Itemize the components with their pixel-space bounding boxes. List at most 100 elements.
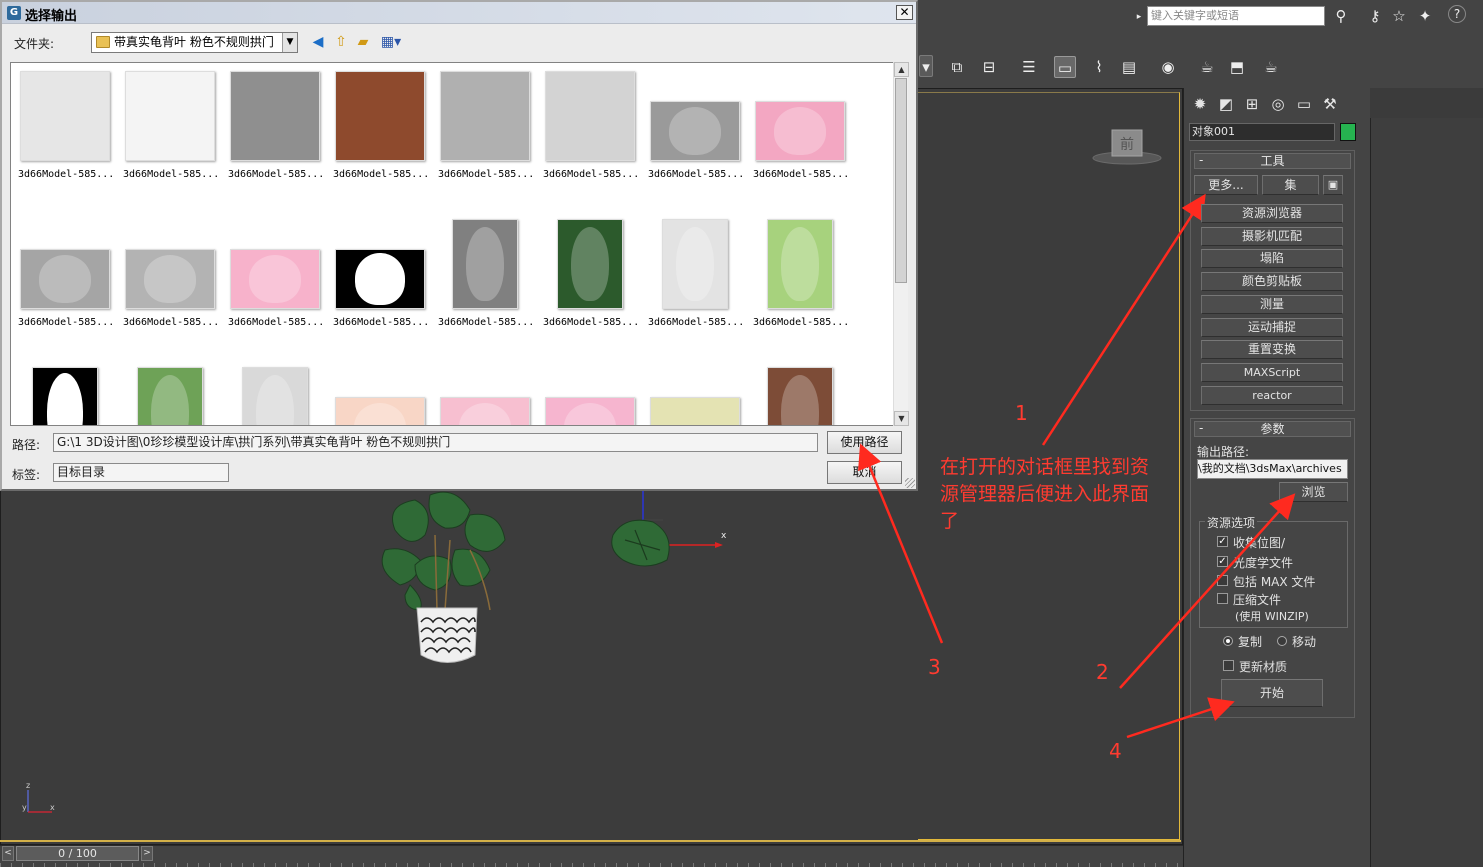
texture-thumbnail[interactable] <box>335 71 425 161</box>
configure-sets-icon[interactable]: ▣ <box>1323 175 1343 195</box>
texture-thumbnail[interactable] <box>767 219 833 309</box>
texture-thumbnail[interactable] <box>20 71 110 161</box>
parameters-rollout-header[interactable]: - 参数 <box>1194 421 1351 437</box>
resize-grip[interactable] <box>905 478 915 488</box>
motion-tab-icon[interactable]: ◎ <box>1265 92 1291 116</box>
star-icon[interactable]: ☆ <box>1388 5 1410 27</box>
layer-manager-icon[interactable]: ☰ <box>1018 56 1040 78</box>
texture-thumbnail[interactable] <box>230 71 320 161</box>
cancel-button[interactable]: 取消 <box>827 461 902 484</box>
curve-editor-icon[interactable]: ⌇ <box>1088 56 1110 78</box>
object-color-swatch[interactable] <box>1340 123 1356 141</box>
path-field[interactable]: G:\1 3D设计图\0珍珍模型设计库\拱门系列\带真实龟背叶 粉色不规则拱门 <box>53 433 818 452</box>
texture-thumbnail[interactable] <box>767 367 833 425</box>
browse-button[interactable]: 浏览 <box>1279 482 1348 502</box>
align-icon[interactable]: ⊟ <box>978 56 1000 78</box>
tool-button[interactable]: 塌陷 <box>1201 249 1343 269</box>
key-icon[interactable]: ⚷ <box>1364 5 1386 27</box>
keyword-search-input[interactable]: 键入关键字或短语 <box>1147 6 1325 26</box>
create-tab-icon[interactable]: ✹ <box>1187 92 1213 116</box>
texture-thumbnail[interactable] <box>20 249 110 309</box>
render-teapot-icon[interactable]: ☕ <box>1260 56 1282 78</box>
help-icon[interactable]: ? <box>1448 5 1466 23</box>
tool-button[interactable]: 摄影机匹配 <box>1201 226 1343 246</box>
vertical-scrollbar[interactable]: ▲ ▼ <box>893 62 909 426</box>
texture-thumbnail[interactable] <box>440 71 530 161</box>
compress-checkbox[interactable] <box>1217 593 1228 604</box>
tools-rollout-header[interactable]: - 工具 <box>1194 153 1351 169</box>
texture-thumbnail[interactable] <box>335 249 425 309</box>
texture-thumbnail[interactable] <box>755 101 845 161</box>
potted-plant-model[interactable] <box>375 490 515 675</box>
modify-tab-icon[interactable]: ◩ <box>1213 92 1239 116</box>
tool-button[interactable]: 资源浏览器 <box>1201 204 1343 223</box>
tool-button[interactable]: reactor <box>1201 385 1343 405</box>
close-icon[interactable]: ✕ <box>896 5 913 20</box>
tool-button[interactable]: MAXScript <box>1201 362 1343 382</box>
tag-field[interactable]: 目标目录 <box>53 463 229 482</box>
copy-radio[interactable] <box>1223 636 1233 646</box>
leaf-model-with-gizmo[interactable]: x <box>605 490 735 575</box>
move-radio[interactable] <box>1277 636 1287 646</box>
output-path-field[interactable]: \我的文档\3dsMax\archives <box>1197 459 1348 479</box>
collect-bitmaps-checkbox[interactable]: ✓ <box>1217 536 1228 547</box>
texture-thumbnail[interactable] <box>32 367 98 425</box>
time-slider[interactable]: 0 / 100 <box>16 846 139 861</box>
folder-dropdown[interactable]: 带真实龟背叶 粉色不规则拱门 <box>91 32 298 53</box>
texture-thumbnail[interactable] <box>557 219 623 309</box>
new-folder-icon[interactable]: ▰ <box>354 33 372 51</box>
use-path-button[interactable]: 使用路径 <box>827 431 902 454</box>
texture-thumbnail[interactable] <box>650 101 740 161</box>
time-next-button[interactable]: > <box>141 846 153 861</box>
up-folder-icon[interactable]: ⇧ <box>332 33 350 51</box>
texture-thumbnail[interactable] <box>125 71 215 161</box>
texture-thumbnail[interactable] <box>230 249 320 309</box>
scroll-down-icon[interactable]: ▼ <box>894 411 909 426</box>
chevron-down-icon[interactable]: ▼ <box>282 33 297 52</box>
texture-thumbnail[interactable] <box>545 397 635 425</box>
tool-button[interactable]: 测量 <box>1201 294 1343 314</box>
view-menu-icon[interactable]: ▦▾ <box>379 33 403 51</box>
back-arrow-icon[interactable]: ◀ <box>309 33 327 51</box>
star-settings-icon[interactable]: ✦ <box>1414 5 1436 27</box>
texture-thumbnail[interactable] <box>335 397 425 425</box>
binoculars-icon[interactable]: ⚲ <box>1330 5 1352 27</box>
view-cube[interactable]: 前 <box>1092 128 1162 168</box>
texture-thumbnail[interactable] <box>545 71 635 161</box>
utilities-tab-icon[interactable]: ⚒ <box>1317 92 1343 116</box>
texture-thumbnail[interactable] <box>650 397 740 425</box>
texture-thumbnail[interactable] <box>125 249 215 309</box>
thumbnail-caption: 3d66Model-585... <box>123 317 220 328</box>
texture-thumbnail[interactable] <box>440 397 530 425</box>
more-button[interactable]: 更多... <box>1194 175 1258 195</box>
graphite-tools-icon[interactable]: ▭ <box>1054 56 1076 78</box>
rendered-frame-icon[interactable]: ⬒ <box>1226 56 1248 78</box>
tool-button[interactable]: 重置变换 <box>1201 340 1343 360</box>
update-material-checkbox[interactable] <box>1223 660 1234 671</box>
viewport-highlight-border <box>0 840 1181 842</box>
object-name-field[interactable]: 对象001 <box>1189 123 1335 141</box>
hierarchy-tab-icon[interactable]: ⊞ <box>1239 92 1265 116</box>
tool-button[interactable]: 运动捕捉 <box>1201 317 1343 337</box>
render-setup-icon[interactable]: ☕ <box>1196 56 1218 78</box>
schematic-view-icon[interactable]: ▤ <box>1118 56 1140 78</box>
sets-button[interactable]: 集 <box>1262 175 1319 195</box>
scroll-up-icon[interactable]: ▲ <box>894 62 909 77</box>
dropdown-icon[interactable]: ▾ <box>919 55 933 77</box>
expand-arrow-icon[interactable]: ▸ <box>1133 6 1145 28</box>
time-prev-button[interactable]: < <box>2 846 14 861</box>
material-editor-icon[interactable]: ◉ <box>1157 56 1179 78</box>
thumbnail-list[interactable]: 3d66Model-585... 3d66Model-585... 3d66Mode… <box>10 62 908 426</box>
texture-thumbnail[interactable] <box>452 219 518 309</box>
photometric-checkbox[interactable]: ✓ <box>1217 556 1228 567</box>
texture-thumbnail[interactable] <box>242 367 308 425</box>
mirror-icon[interactable]: ⧉ <box>946 56 968 78</box>
include-max-checkbox[interactable] <box>1217 575 1228 586</box>
dialog-titlebar[interactable]: G 选择输出 ✕ <box>2 2 916 24</box>
start-button[interactable]: 开始 <box>1221 679 1323 707</box>
display-tab-icon[interactable]: ▭ <box>1291 92 1317 116</box>
tool-button[interactable]: 颜色剪贴板 <box>1201 272 1343 292</box>
scrollbar-thumb[interactable] <box>895 78 907 283</box>
texture-thumbnail[interactable] <box>137 367 203 425</box>
texture-thumbnail[interactable] <box>662 219 728 309</box>
